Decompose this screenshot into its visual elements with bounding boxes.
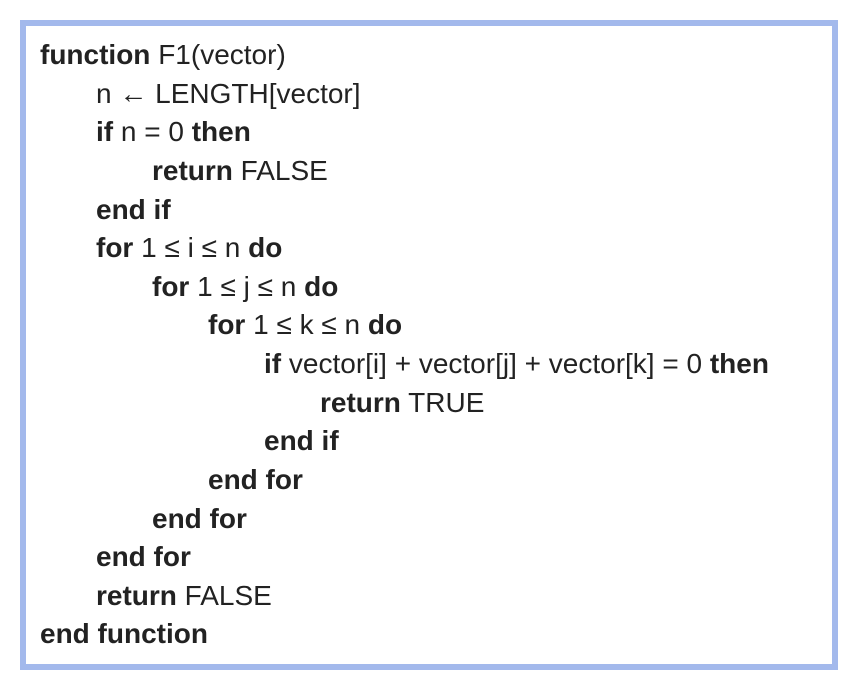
keyword-end-if: end if <box>264 425 339 456</box>
keyword-end-if: end if <box>96 194 171 225</box>
keyword-end-for: end for <box>208 464 303 495</box>
keyword-for: for <box>152 271 189 302</box>
keyword-end-function: end function <box>40 618 208 649</box>
code-text: FALSE <box>177 580 272 611</box>
code-text: n <box>96 78 119 109</box>
pseudocode-box: function F1(vector) n ← LENGTH[vector] i… <box>20 20 838 670</box>
keyword-return: return <box>152 155 233 186</box>
keyword-if: if <box>96 116 113 147</box>
keyword-end-for: end for <box>96 541 191 572</box>
code-line: end if <box>40 191 818 230</box>
keyword-function: function <box>40 39 150 70</box>
code-line: return FALSE <box>40 152 818 191</box>
keyword-return: return <box>320 387 401 418</box>
code-text: n = 0 <box>113 116 192 147</box>
code-text: 1 ≤ i ≤ n <box>133 232 248 263</box>
code-line: return FALSE <box>40 577 818 616</box>
code-line: for 1 ≤ j ≤ n do <box>40 268 818 307</box>
keyword-then: then <box>710 348 769 379</box>
keyword-return: return <box>96 580 177 611</box>
code-text: vector[i] + vector[j] + vector[k] = 0 <box>281 348 710 379</box>
code-line: end if <box>40 422 818 461</box>
keyword-for: for <box>96 232 133 263</box>
code-text: 1 ≤ j ≤ n <box>189 271 304 302</box>
code-line: function F1(vector) <box>40 36 818 75</box>
code-text: 1 ≤ k ≤ n <box>245 309 368 340</box>
code-line: for 1 ≤ i ≤ n do <box>40 229 818 268</box>
keyword-end-for: end for <box>152 503 247 534</box>
code-line: n ← LENGTH[vector] <box>40 75 818 114</box>
code-text: FALSE <box>233 155 328 186</box>
keyword-for: for <box>208 309 245 340</box>
keyword-do: do <box>248 232 282 263</box>
code-line: end for <box>40 461 818 500</box>
left-arrow-icon: ← <box>119 78 147 109</box>
code-line: end function <box>40 615 818 654</box>
code-text: LENGTH[vector] <box>147 78 360 109</box>
code-line: end for <box>40 538 818 577</box>
code-line: if n = 0 then <box>40 113 818 152</box>
code-line: if vector[i] + vector[j] + vector[k] = 0… <box>40 345 818 384</box>
code-text: TRUE <box>401 387 485 418</box>
code-line: end for <box>40 500 818 539</box>
code-line: for 1 ≤ k ≤ n do <box>40 306 818 345</box>
keyword-do: do <box>304 271 338 302</box>
keyword-then: then <box>192 116 251 147</box>
keyword-if: if <box>264 348 281 379</box>
code-text: F1(vector) <box>150 39 285 70</box>
code-line: return TRUE <box>40 384 818 423</box>
keyword-do: do <box>368 309 402 340</box>
